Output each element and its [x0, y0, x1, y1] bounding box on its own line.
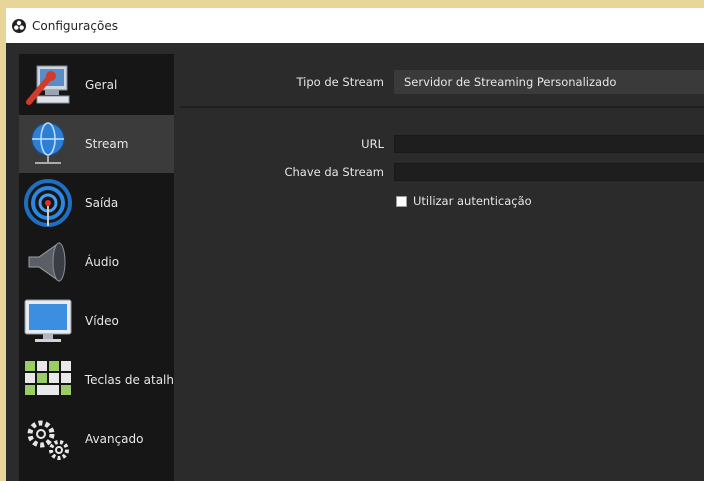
broadcast-antenna-icon [21, 176, 75, 230]
title-bar: Configurações [6, 8, 704, 43]
section-divider [180, 106, 704, 108]
url-label: URL [361, 137, 384, 151]
sidebar-item-label: Stream [85, 137, 129, 151]
sidebar-item-avancado[interactable]: Avançado [19, 410, 174, 468]
use-authentication-label: Utilizar autenticação [413, 194, 532, 208]
stream-type-select[interactable]: Servidor de Streaming Personalizado [394, 70, 704, 94]
settings-sidebar: Geral Stream Saída Áudio Vídeo Teclas de… [19, 54, 174, 481]
sidebar-item-label: Teclas de atalh [84, 373, 174, 387]
stream-settings-panel: Tipo de Stream Servidor de Streaming Per… [174, 54, 704, 481]
use-authentication-checkbox[interactable] [396, 195, 407, 207]
settings-window: Configurações Geral Stream Saída Áudio V… [6, 8, 704, 481]
window-title: Configurações [32, 18, 118, 33]
sidebar-item-label: Geral [85, 78, 118, 92]
stream-type-label: Tipo de Stream [296, 75, 385, 89]
speaker-icon [21, 235, 75, 289]
sidebar-item-video[interactable]: Vídeo [19, 292, 174, 350]
sidebar-item-label: Áudio [85, 255, 120, 269]
stream-type-value: Servidor de Streaming Personalizado [404, 75, 617, 89]
monitor-icon [21, 294, 75, 348]
sidebar-item-teclas[interactable]: Teclas de atalh [19, 351, 174, 409]
gears-icon [21, 412, 75, 466]
sidebar-item-label: Saída [85, 196, 119, 210]
stream-key-label: Chave da Stream [284, 165, 384, 179]
sidebar-item-geral[interactable]: Geral [19, 56, 174, 114]
sidebar-item-saida[interactable]: Saída [19, 174, 174, 232]
sidebar-item-label: Vídeo [85, 314, 119, 328]
globe-network-icon [21, 117, 75, 171]
sidebar-item-stream[interactable]: Stream [19, 115, 174, 173]
use-authentication-option[interactable]: Utilizar autenticação [396, 194, 532, 208]
sidebar-item-audio[interactable]: Áudio [19, 233, 174, 291]
wrench-monitor-icon [21, 58, 75, 112]
keyboard-icon [21, 353, 75, 407]
sidebar-item-label: Avançado [85, 432, 144, 446]
url-input[interactable] [394, 135, 704, 153]
obs-logo-icon [12, 18, 26, 33]
stream-key-input[interactable] [394, 163, 704, 181]
